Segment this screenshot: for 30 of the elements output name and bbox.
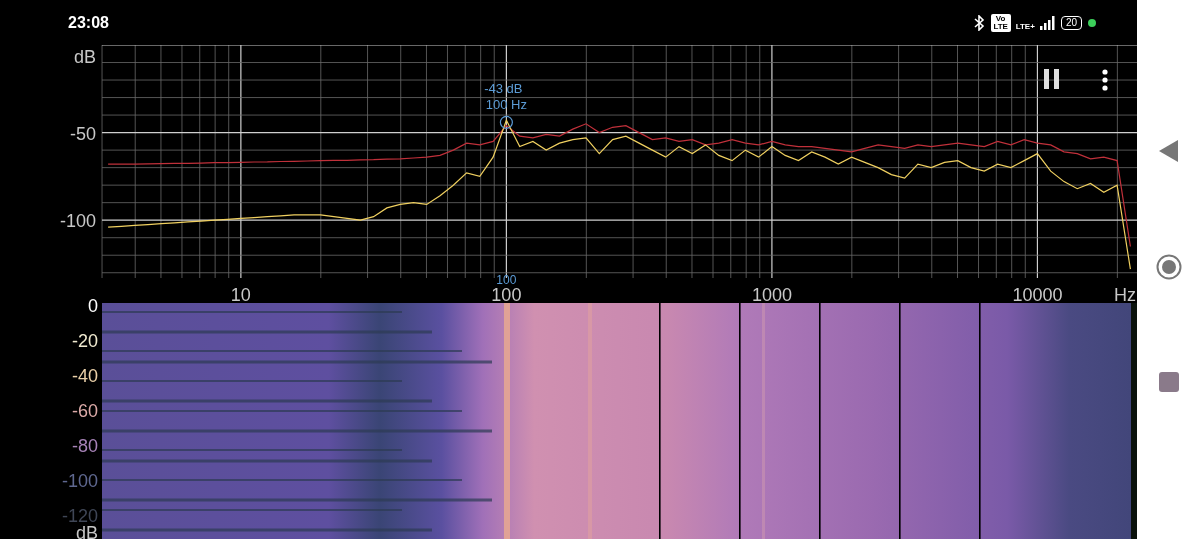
pause-icon — [1044, 69, 1060, 89]
level-label: -80 — [72, 436, 98, 456]
y-axis-label: -100 — [59, 211, 96, 232]
network-type: LTE+ — [1015, 21, 1035, 31]
level-label: -100 — [61, 471, 98, 491]
back-icon[interactable] — [1158, 140, 1179, 162]
battery-level: 20 — [1060, 15, 1082, 30]
recents-icon[interactable] — [1158, 372, 1179, 392]
level-label: -20 — [72, 331, 98, 351]
axis-unit: dB — [73, 47, 96, 67]
status-dot-icon — [1087, 17, 1097, 28]
x-axis-label: 100 — [491, 285, 522, 303]
peak-marker-icon — [499, 115, 513, 129]
y-axis-label: -50 — [70, 123, 96, 144]
volte-badge: Vo LTE — [990, 13, 1011, 32]
level-label: -120 — [61, 506, 98, 526]
peak-level: -43 dB — [484, 81, 523, 96]
peak-axis-marker: 100 — [496, 273, 517, 287]
level-unit: dB — [75, 523, 98, 539]
level-label: -40 — [72, 366, 98, 386]
x-axis-unit: Hz — [1114, 285, 1136, 303]
x-axis-label: 10 — [230, 285, 251, 303]
signal-icon — [1039, 15, 1056, 30]
level-label: -60 — [72, 401, 98, 421]
clock: 23:08 — [68, 13, 109, 32]
home-icon[interactable] — [1155, 254, 1182, 280]
x-axis-label: 10000 — [1012, 285, 1063, 303]
x-axis-label: 1000 — [751, 285, 792, 303]
more-icon — [1102, 69, 1108, 91]
level-label: 0 — [88, 296, 98, 316]
